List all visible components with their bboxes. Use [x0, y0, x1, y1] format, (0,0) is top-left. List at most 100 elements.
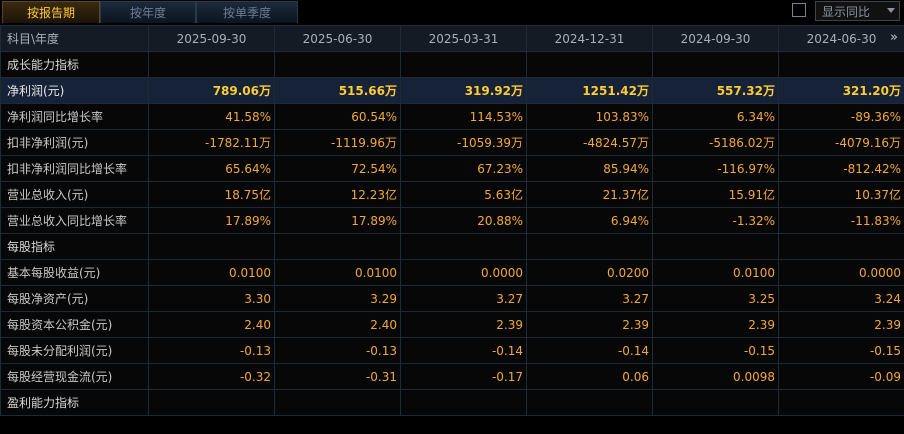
- table-cell: [652, 51, 779, 78]
- table-cell: -1119.96万: [274, 129, 401, 156]
- column-header-date[interactable]: 2025-03-31: [400, 25, 527, 52]
- table-cell: [400, 233, 527, 260]
- table-cell: 41.58%: [148, 103, 275, 130]
- table-cell: 0.0000: [778, 259, 904, 286]
- row-label: 净利润(元): [0, 77, 149, 104]
- column-header-date[interactable]: 2025-09-30: [148, 25, 275, 52]
- column-header-date[interactable]: 2024-06-30 »: [778, 25, 904, 52]
- table-cell: 72.54%: [274, 155, 401, 182]
- tab-by-report-period[interactable]: 按报告期: [2, 1, 100, 23]
- table-cell: -0.13: [274, 337, 401, 364]
- section-row: 盈利能力指标: [0, 389, 904, 416]
- table-cell: [778, 51, 904, 78]
- table-cell: 789.06万: [148, 77, 275, 104]
- table-cell: 0.0100: [652, 259, 779, 286]
- table-cell: -11.83%: [778, 207, 904, 234]
- table-cell: 2.39: [526, 311, 653, 338]
- table-cell: 3.27: [526, 285, 653, 312]
- section-title: 每股指标: [0, 233, 149, 260]
- table-row: 扣非净利润(元) -1782.11万 -1119.96万 -1059.39万 -4824…: [0, 129, 904, 156]
- table-cell: 65.64%: [148, 155, 275, 182]
- table-cell: -1.32%: [652, 207, 779, 234]
- table-cell: 0.0100: [148, 259, 275, 286]
- table-cell: 321.20万: [778, 77, 904, 104]
- table-cell: 3.29: [274, 285, 401, 312]
- table-cell: -4079.16万: [778, 129, 904, 156]
- table-cell: [526, 389, 653, 416]
- row-label: 扣非净利润同比增长率: [0, 155, 149, 182]
- table-cell: -116.97%: [652, 155, 779, 182]
- table-cell: -0.15: [652, 337, 779, 364]
- table-cell: 557.32万: [652, 77, 779, 104]
- table-cell: 2.39: [778, 311, 904, 338]
- financial-table: 科目\年度 2025-09-30 2025-06-30 2025-03-31 2…: [0, 25, 904, 416]
- table-cell: -5186.02万: [652, 129, 779, 156]
- table-cell: -0.13: [148, 337, 275, 364]
- column-header-date-label: 2024-06-30: [806, 31, 877, 46]
- section-row: 成长能力指标: [0, 51, 904, 78]
- table-cell: 2.40: [274, 311, 401, 338]
- column-header-date[interactable]: 2025-06-30: [274, 25, 401, 52]
- table-cell: [778, 389, 904, 416]
- table-cell: -1059.39万: [400, 129, 527, 156]
- table-cell: 85.94%: [526, 155, 653, 182]
- table-row: 每股资本公积金(元) 2.40 2.40 2.39 2.39 2.39 2.39: [0, 311, 904, 338]
- section-title: 盈利能力指标: [0, 389, 149, 416]
- row-label: 每股净资产(元): [0, 285, 149, 312]
- table-cell: 67.23%: [400, 155, 527, 182]
- table-cell: -0.15: [778, 337, 904, 364]
- table-row: 每股经营现金流(元) -0.32 -0.31 -0.17 0.06 0.0098 -0.09: [0, 363, 904, 390]
- compare-dropdown[interactable]: 显示同比: [815, 1, 900, 21]
- tab-by-year[interactable]: 按年度: [100, 1, 196, 23]
- table-row: 净利润同比增长率 41.58% 60.54% 114.53% 103.83% 6.34% -…: [0, 103, 904, 130]
- table-cell: 0.0100: [274, 259, 401, 286]
- more-columns-icon[interactable]: »: [890, 30, 898, 45]
- table-cell: -0.31: [274, 363, 401, 390]
- table-cell: 2.39: [652, 311, 779, 338]
- table-cell: 5.63亿: [400, 181, 527, 208]
- table-cell: [526, 51, 653, 78]
- tab-by-quarter[interactable]: 按单季度: [196, 1, 298, 23]
- column-header-date[interactable]: 2024-09-30: [652, 25, 779, 52]
- header-row: 科目\年度 2025-09-30 2025-06-30 2025-03-31 2…: [0, 25, 904, 52]
- table-row: 每股净资产(元) 3.30 3.29 3.27 3.27 3.25 3.24: [0, 285, 904, 312]
- table-cell: 515.66万: [274, 77, 401, 104]
- table-cell: [148, 51, 275, 78]
- table-cell: 0.0000: [400, 259, 527, 286]
- table-cell: 17.89%: [148, 207, 275, 234]
- table-cell: [148, 389, 275, 416]
- table-cell: 60.54%: [274, 103, 401, 130]
- table-cell: 1251.42万: [526, 77, 653, 104]
- table-cell: 6.94%: [526, 207, 653, 234]
- table-cell: [274, 51, 401, 78]
- table-cell: [148, 233, 275, 260]
- section-title: 成长能力指标: [0, 51, 149, 78]
- table-cell: 17.89%: [274, 207, 401, 234]
- table-row: 净利润(元) 789.06万 515.66万 319.92万 1251.42万 557.3…: [0, 77, 904, 104]
- table-cell: [274, 389, 401, 416]
- row-label: 基本每股收益(元): [0, 259, 149, 286]
- column-header-date[interactable]: 2024-12-31: [526, 25, 653, 52]
- compare-label: 显示同比: [822, 5, 871, 19]
- table-cell: 3.27: [400, 285, 527, 312]
- chevron-down-icon: [887, 8, 895, 13]
- table-cell: 3.24: [778, 285, 904, 312]
- table-cell: 12.23亿: [274, 181, 401, 208]
- row-label: 净利润同比增长率: [0, 103, 149, 130]
- table-cell: 6.34%: [652, 103, 779, 130]
- table-cell: -4824.57万: [526, 129, 653, 156]
- table-cell: -0.17: [400, 363, 527, 390]
- table-row: 扣非净利润同比增长率 65.64% 72.54% 67.23% 85.94% -116.9…: [0, 155, 904, 182]
- table-cell: -0.14: [526, 337, 653, 364]
- compare-checkbox[interactable]: [792, 3, 806, 17]
- table-cell: [274, 233, 401, 260]
- row-label: 营业总收入(元): [0, 181, 149, 208]
- table-cell: [400, 389, 527, 416]
- table-row: 基本每股收益(元) 0.0100 0.0100 0.0000 0.0200 0.0100 0…: [0, 259, 904, 286]
- table-cell: -0.09: [778, 363, 904, 390]
- row-label: 营业总收入同比增长率: [0, 207, 149, 234]
- table-cell: -89.36%: [778, 103, 904, 130]
- row-label: 每股经营现金流(元): [0, 363, 149, 390]
- section-row: 每股指标: [0, 233, 904, 260]
- row-label: 每股资本公积金(元): [0, 311, 149, 338]
